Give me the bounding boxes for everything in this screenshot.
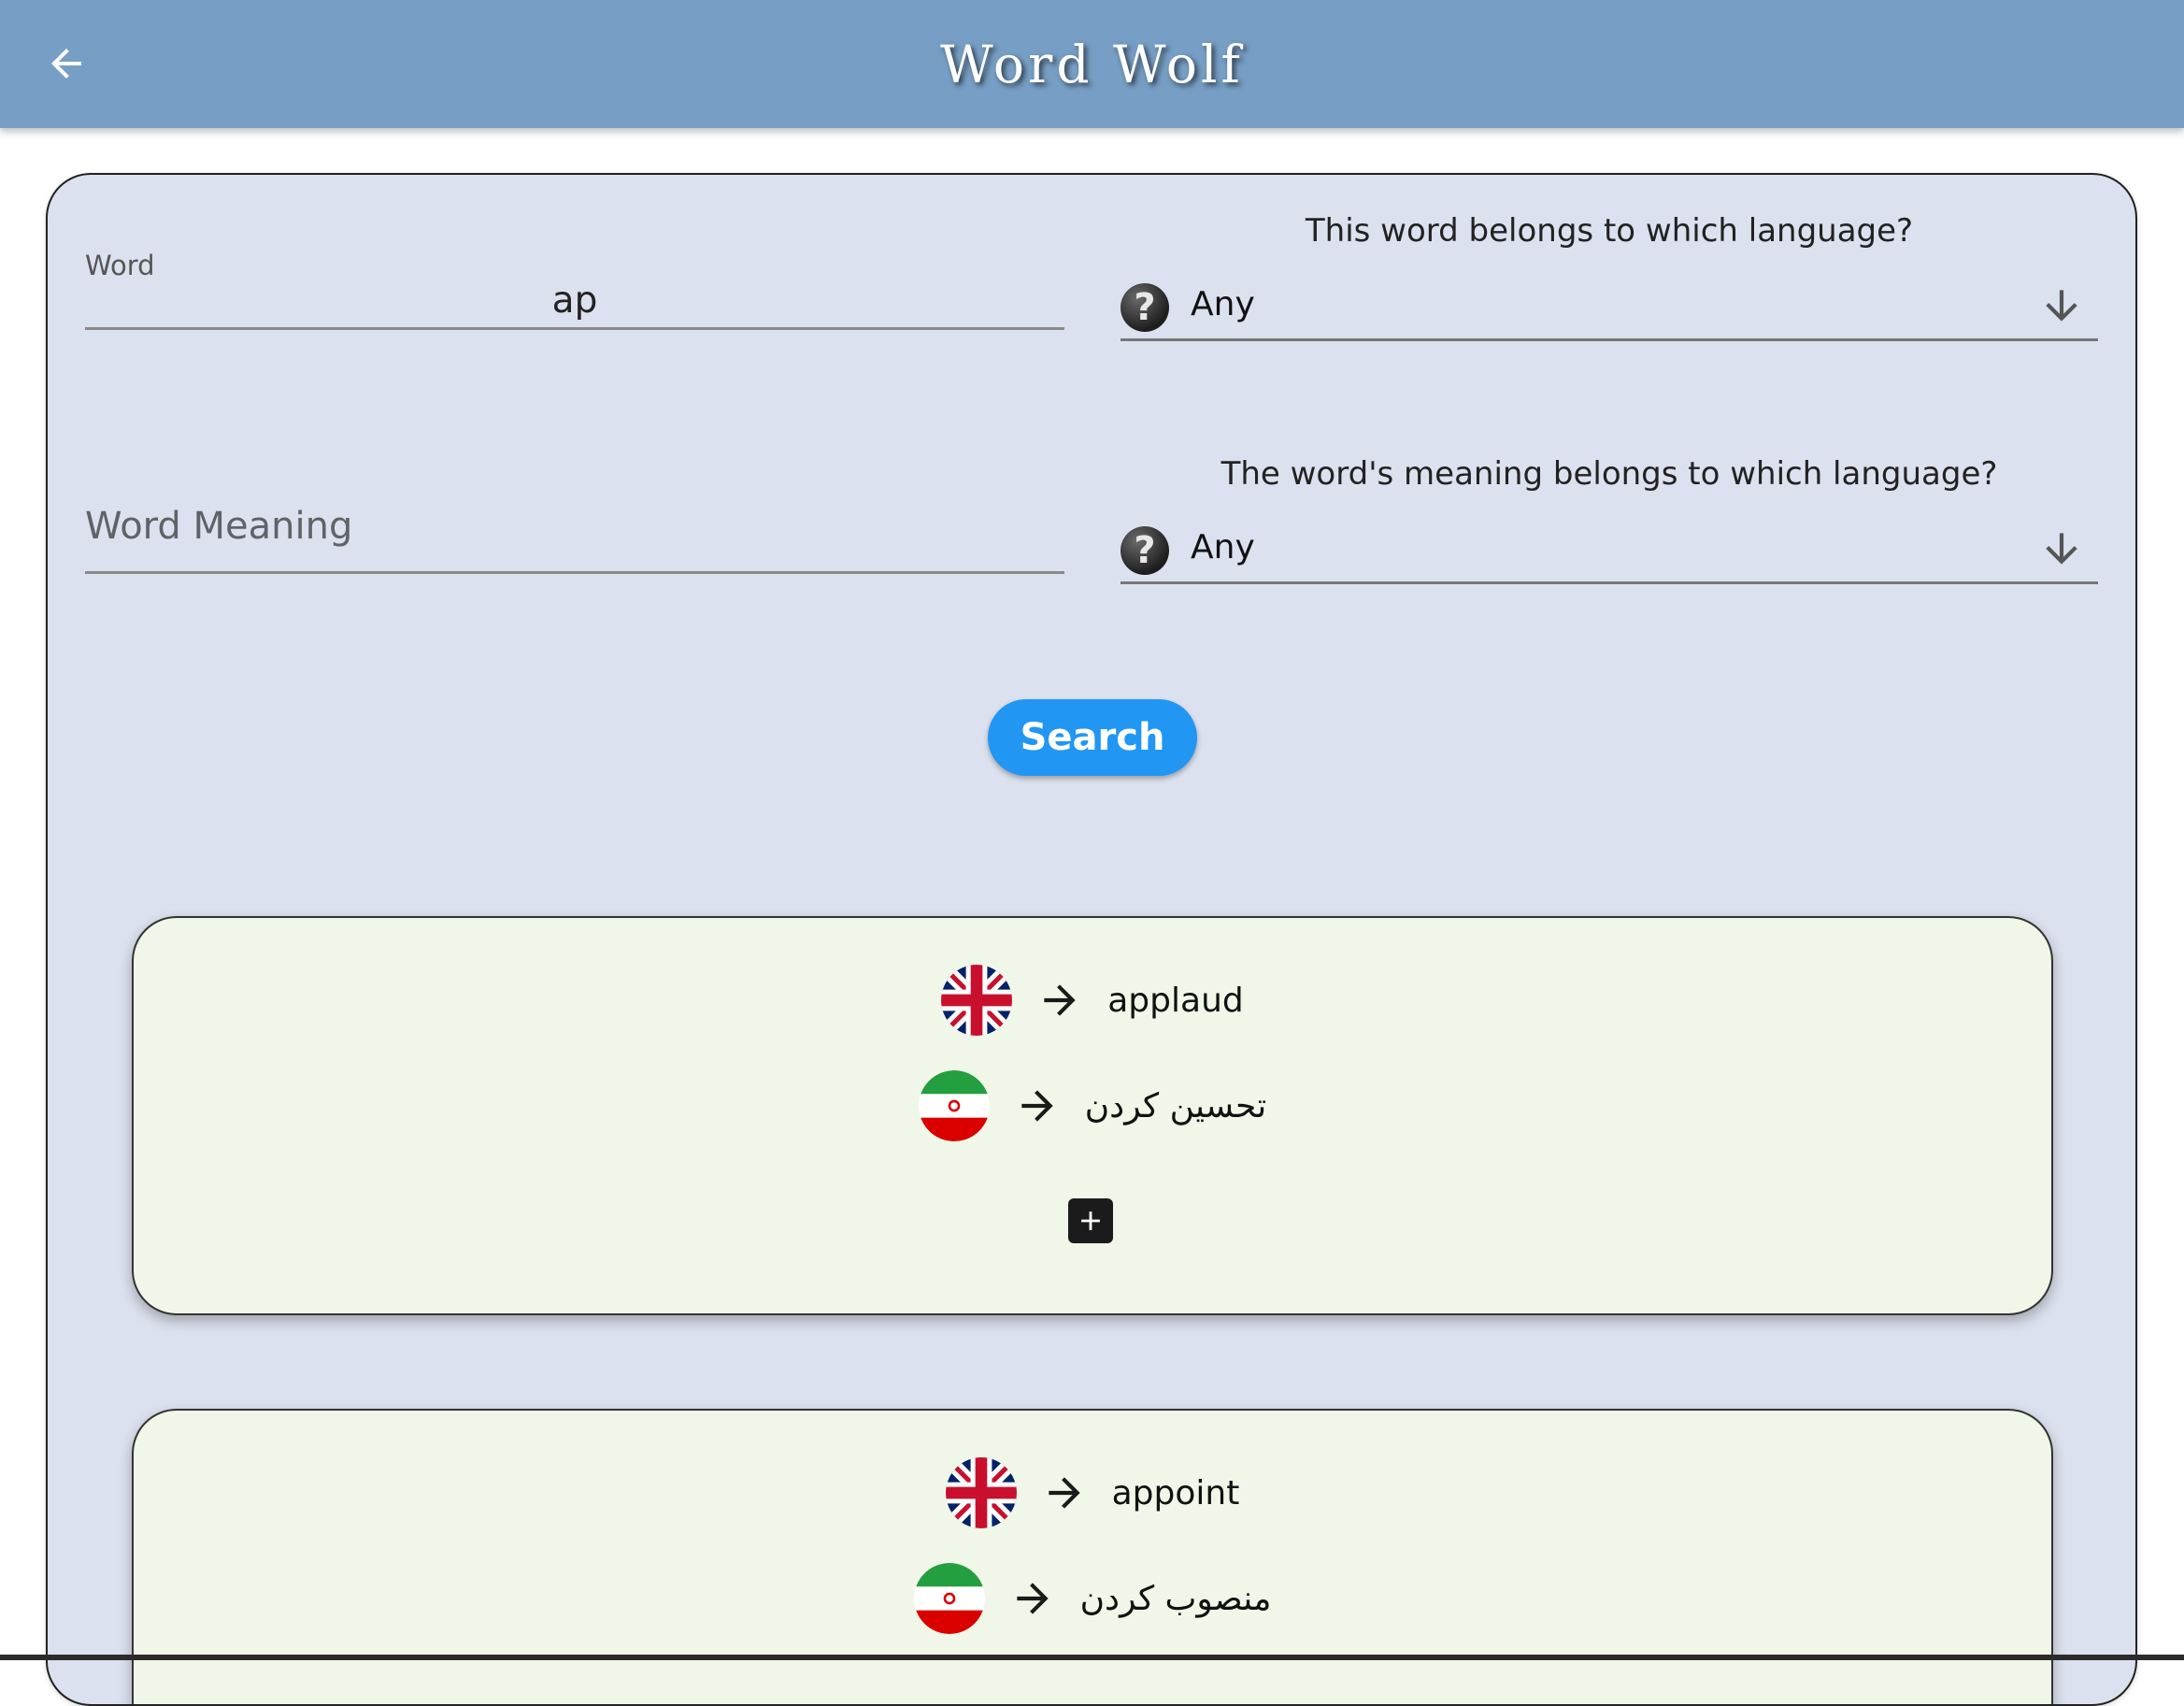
arrow-right-icon <box>1044 984 1076 1016</box>
search-button[interactable]: Search <box>988 699 1197 776</box>
word-text: appoint <box>1111 1473 1240 1512</box>
meaning-language-dropdown[interactable]: ? Any <box>1121 523 2098 584</box>
result-card: appoint منصوب کردن <box>132 1409 2053 1704</box>
word-row: appoint <box>134 1457 2051 1528</box>
meaning-row: تحسین کردن <box>134 1070 2051 1141</box>
arrow-right-icon <box>1048 1477 1080 1509</box>
search-panel: Word ap This word belongs to which langu… <box>46 173 2137 1706</box>
meaning-language-question: The word's meaning belongs to which lang… <box>1220 455 1998 493</box>
word-field[interactable]: Word ap <box>85 250 1064 330</box>
meaning-text: تحسین کردن <box>1084 1086 1267 1125</box>
arrow-right-icon <box>1021 1090 1053 1122</box>
word-language-dropdown[interactable]: ? Any <box>1121 280 2098 341</box>
uk-flag-icon <box>945 1457 1017 1528</box>
word-meaning-placeholder: Word Meaning <box>85 505 353 548</box>
question-mark-icon: ? <box>1121 526 1169 575</box>
word-field-label: Word <box>85 250 155 281</box>
meaning-text: منصوب کردن <box>1079 1579 1272 1618</box>
word-language-question: This word belongs to which language? <box>1305 212 1914 250</box>
uk-flag-icon <box>941 965 1013 1036</box>
iran-flag-icon <box>913 1563 985 1634</box>
word-row: applaud <box>134 965 2051 1036</box>
question-mark-icon: ? <box>1121 283 1169 332</box>
result-card: applaud تحسین کردن <box>132 916 2053 1315</box>
arrow-down-icon <box>2046 290 2077 322</box>
arrow-right-icon <box>1016 1583 1049 1614</box>
app-bar: Word Wolf <box>0 0 2184 128</box>
iran-flag-icon <box>918 1070 990 1141</box>
app-title: Word Wolf <box>940 34 1244 94</box>
word-field-value[interactable]: ap <box>85 280 1064 322</box>
add-box-icon[interactable] <box>1068 1198 1113 1243</box>
meaning-language-selected: Any <box>1191 528 1255 566</box>
meaning-row: منصوب کردن <box>134 1563 2051 1634</box>
bottom-bar <box>0 1655 2184 1660</box>
word-language-selected: Any <box>1191 285 1255 323</box>
word-meaning-field[interactable]: Word Meaning <box>85 497 1064 574</box>
arrow-down-icon <box>2046 533 2077 565</box>
word-text: applaud <box>1107 981 1244 1020</box>
